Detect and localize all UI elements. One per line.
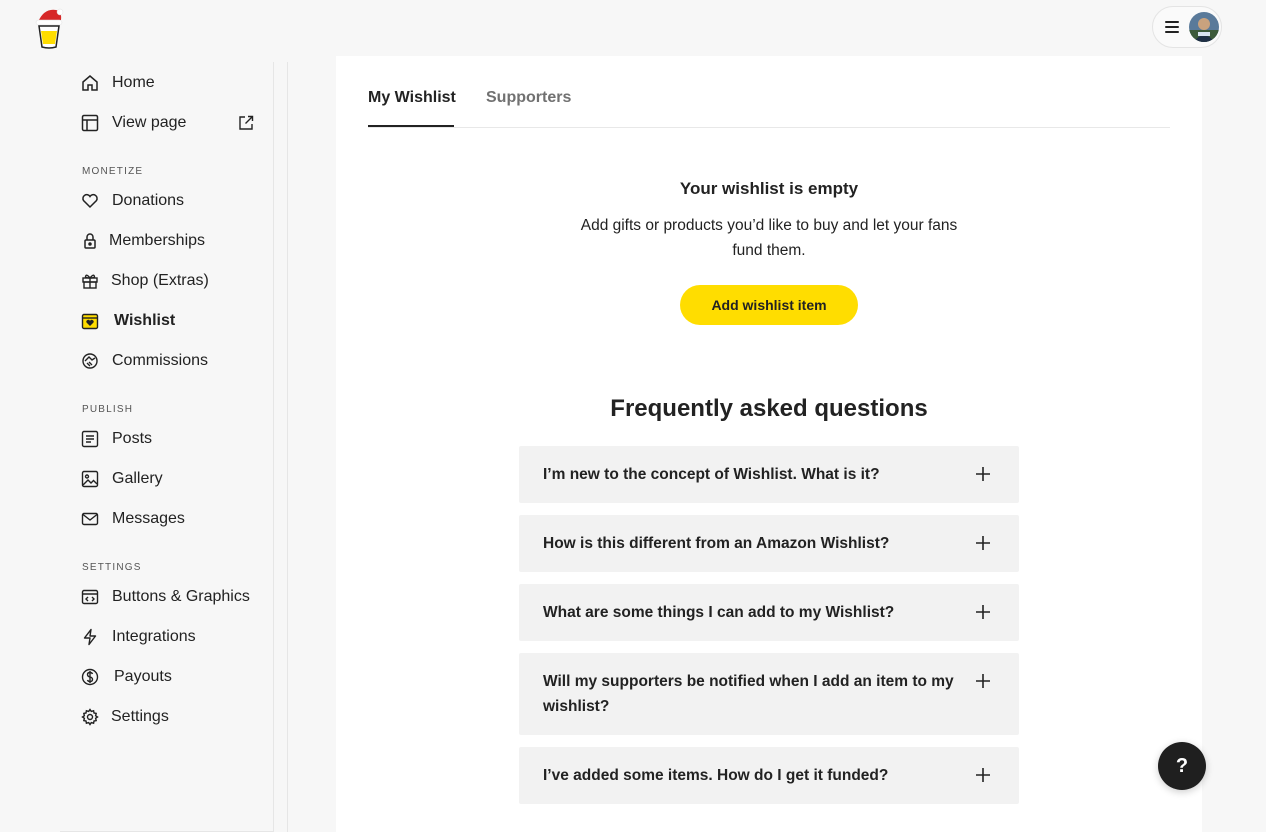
sidebar-item-label: Integrations	[112, 628, 196, 645]
section-label-monetize: MONETIZE	[82, 166, 144, 177]
gear-icon	[80, 707, 100, 727]
sidebar-item-label: Wishlist	[114, 312, 176, 329]
sidebar-item-buttons-graphics[interactable]: Buttons & Graphics	[80, 585, 250, 609]
faq-item[interactable]: What are some things I can add to my Wis…	[519, 584, 1019, 641]
sidebar-item-home[interactable]: Home	[80, 71, 155, 95]
layout-icon	[80, 113, 100, 133]
plus-icon	[976, 605, 990, 619]
plus-icon	[976, 536, 990, 550]
sidebar-item-gallery[interactable]: Gallery	[80, 467, 163, 491]
tab-bar: My Wishlist Supporters	[368, 56, 1170, 128]
sidebar-item-label: View page	[112, 114, 187, 131]
empty-state-title: Your wishlist is empty	[679, 179, 859, 198]
faq-question: I’ve added some items. How do I get it f…	[543, 767, 889, 784]
sidebar-item-posts[interactable]: Posts	[80, 427, 152, 451]
faq-question: Will my supporters be notified when I ad…	[543, 673, 954, 715]
coffee-cup-santa-hat-logo-icon	[35, 8, 64, 49]
home-icon	[80, 73, 100, 93]
document-icon	[80, 429, 100, 449]
sidebar-item-shop-extras[interactable]: Shop (Extras)	[80, 269, 209, 293]
section-label-settings: SETTINGS	[82, 562, 142, 573]
tab-my-wishlist[interactable]: My Wishlist	[368, 89, 456, 107]
sidebar-item-label: Home	[112, 74, 155, 91]
sidebar: Home View page MONETIZE Donations Member…	[60, 62, 274, 832]
code-window-icon	[80, 587, 100, 607]
logo[interactable]	[34, 6, 66, 50]
lightning-icon	[80, 627, 100, 647]
sidebar-item-label: Settings	[111, 708, 169, 725]
faq-item[interactable]: I’ve added some items. How do I get it f…	[519, 747, 1019, 804]
sidebar-item-payouts[interactable]: Payouts	[80, 665, 172, 689]
faq-question: I’m new to the concept of Wishlist. What…	[543, 466, 880, 483]
sidebar-item-wishlist[interactable]: Wishlist	[80, 309, 175, 333]
heart-icon	[80, 191, 100, 211]
mail-icon	[80, 509, 100, 529]
sidebar-item-label: Commissions	[112, 352, 209, 369]
plus-icon	[976, 467, 990, 481]
sidebar-item-label: Messages	[112, 510, 185, 527]
main-panel: My Wishlist Supporters Your wishlist is …	[336, 56, 1202, 832]
faq-question: What are some things I can add to my Wis…	[543, 604, 895, 621]
plus-icon	[976, 674, 990, 688]
external-link-icon[interactable]	[238, 115, 256, 133]
hamburger-icon	[1165, 21, 1179, 33]
faq-item[interactable]: How is this different from an Amazon Wis…	[519, 515, 1019, 572]
active-tab-underline	[368, 125, 454, 127]
sidebar-item-settings[interactable]: Settings	[80, 705, 169, 729]
sidebar-item-label: Donations	[112, 192, 185, 209]
section-label-publish: PUBLISH	[82, 404, 134, 415]
faq-question: How is this different from an Amazon Wis…	[543, 535, 890, 552]
dollar-icon	[80, 667, 100, 687]
sidebar-item-view-page[interactable]: View page	[80, 111, 186, 135]
faq-title: Frequently asked questions	[610, 395, 928, 422]
sidebar-item-label: Memberships	[109, 232, 206, 249]
account-menu-button[interactable]	[1152, 6, 1222, 48]
sidebar-item-label: Buttons & Graphics	[112, 588, 250, 605]
lock-icon	[80, 231, 100, 251]
help-button[interactable]: ?	[1158, 742, 1206, 790]
avatar	[1189, 12, 1219, 42]
image-icon	[80, 469, 100, 489]
sidebar-item-integrations[interactable]: Integrations	[80, 625, 196, 649]
wishlist-icon	[80, 311, 100, 331]
sidebar-item-donations[interactable]: Donations	[80, 189, 184, 213]
sidebar-item-commissions[interactable]: Commissions	[80, 349, 208, 373]
faq-item[interactable]: Will my supporters be notified when I ad…	[519, 653, 1019, 735]
plus-icon	[976, 768, 990, 782]
sidebar-divider	[287, 62, 288, 832]
faq-item[interactable]: I’m new to the concept of Wishlist. What…	[519, 446, 1019, 503]
add-wishlist-item-button[interactable]: Add wishlist item	[680, 285, 858, 325]
sidebar-item-label: Shop (Extras)	[111, 272, 209, 289]
sidebar-item-label: Posts	[112, 430, 153, 447]
gift-icon	[80, 271, 100, 291]
tab-supporters[interactable]: Supporters	[486, 89, 571, 107]
sidebar-item-label: Payouts	[114, 668, 172, 685]
sidebar-item-messages[interactable]: Messages	[80, 507, 185, 531]
empty-state-description: Add gifts or products you’d like to buy …	[580, 217, 958, 259]
handshake-icon	[80, 351, 100, 371]
sidebar-item-memberships[interactable]: Memberships	[80, 229, 205, 253]
sidebar-item-label: Gallery	[112, 470, 163, 487]
